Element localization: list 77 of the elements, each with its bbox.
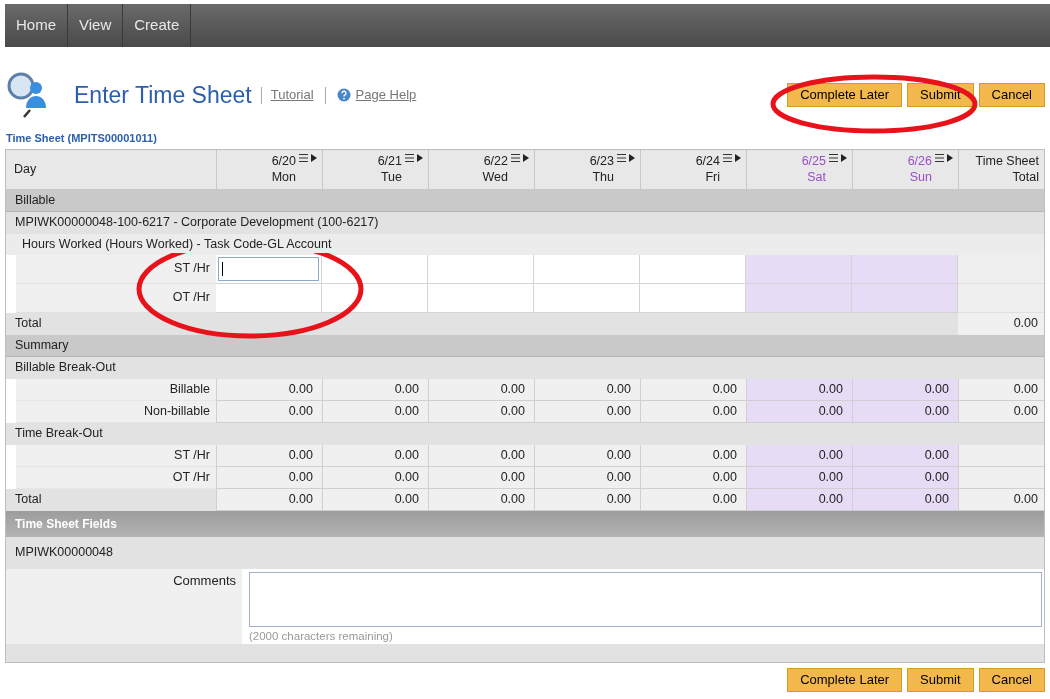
table-cell: 0.00: [534, 466, 640, 489]
table-cell: 0.00: [852, 378, 958, 401]
table-cell: 0.00: [216, 444, 322, 467]
table-cell: 0.00: [534, 378, 640, 401]
table-cell: 0.00: [216, 466, 322, 489]
group-heading: Summary: [15, 336, 69, 354]
total-value: 0.00: [1013, 490, 1038, 508]
column-header: Time Sheet Total: [974, 153, 1039, 185]
row-label: Billable: [169, 380, 210, 398]
table-cell: 0.00: [640, 444, 746, 467]
table-cell: 0.00: [640, 400, 746, 423]
record-id: MPIWK00000048: [15, 544, 113, 562]
table-cell: 0.00: [322, 466, 428, 489]
table-cell: 0.00: [746, 488, 852, 511]
row-label: ST /Hr: [174, 260, 210, 278]
row-label: ST /Hr: [174, 446, 210, 464]
day-header: 6/20 Mon: [216, 149, 322, 189]
row-label: OT /Hr: [172, 289, 210, 307]
day-header: 6/26 Sun: [852, 149, 958, 189]
table-cell: 0.00: [322, 444, 428, 467]
subgroup-heading: Billable Break-Out: [15, 359, 116, 377]
page-help-link[interactable]: Page Help: [355, 85, 417, 105]
table-cell: 0.00: [534, 488, 640, 511]
total-label: Total: [15, 315, 42, 333]
table-cell: 0.00: [640, 466, 746, 489]
nav-tab[interactable]: Home: [5, 4, 68, 47]
total-label: Total: [15, 491, 42, 509]
action-button[interactable]: Cancel: [978, 83, 1045, 107]
section-title: Time Sheet (MPITS00001011): [6, 131, 158, 146]
table-cell: 0.00: [428, 444, 534, 467]
comments-label: Comments: [173, 571, 236, 590]
day-header: 6/25 Sat: [746, 149, 852, 189]
characters-remaining: (2000 characters remaining): [249, 629, 393, 642]
table-cell: 0.00: [640, 488, 746, 511]
table-cell: 0.00: [322, 378, 428, 401]
column-header: Day: [14, 160, 37, 178]
total-value: 0.00: [1013, 380, 1038, 398]
table-cell: 0.00: [534, 400, 640, 423]
table-cell: 0.00: [852, 444, 958, 467]
table-cell: 0.00: [428, 466, 534, 489]
tutorial-link[interactable]: Tutorial: [270, 85, 314, 105]
nav-tab[interactable]: View: [68, 4, 124, 47]
action-button[interactable]: Cancel: [978, 667, 1045, 692]
table-cell: 0.00: [534, 444, 640, 467]
table-cell: 0.00: [640, 378, 746, 401]
table-cell: 0.00: [322, 488, 428, 511]
total-value: 0.00: [1013, 402, 1038, 420]
table-cell: 0.00: [216, 488, 322, 511]
table-cell: 0.00: [216, 400, 322, 423]
table-cell: 0.00: [852, 466, 958, 489]
table-cell: 0.00: [428, 488, 534, 511]
table-cell: 0.00: [428, 378, 534, 401]
table-cell: 0.00: [322, 400, 428, 423]
subgroup-heading: Time Break-Out: [15, 425, 103, 443]
row-label: Non-billable: [144, 402, 210, 420]
table-cell: 0.00: [852, 400, 958, 423]
nav-tab[interactable]: Create: [123, 4, 192, 47]
group-heading: Billable: [15, 191, 56, 209]
day-header: 6/22 Wed: [428, 149, 534, 189]
day-header: 6/24 Fri: [640, 149, 746, 189]
section-heading: Time Sheet Fields: [15, 515, 117, 533]
day-header: 6/21 Tue: [322, 149, 428, 189]
row-label: OT /Hr: [172, 468, 210, 486]
table-cell: 0.00: [746, 466, 852, 489]
table-cell: 0.00: [216, 378, 322, 401]
table-cell: 0.00: [746, 378, 852, 401]
action-button[interactable]: Submit: [907, 667, 974, 692]
table-cell: 0.00: [852, 488, 958, 511]
total-value: 0.00: [1013, 315, 1038, 333]
action-button[interactable]: Complete Later: [787, 83, 903, 107]
project-heading: MPIWK00000048-100-6217 - Corporate Development (100-6217): [15, 214, 379, 232]
day-header: 6/23 Thu: [534, 149, 640, 189]
table-cell: 0.00: [428, 400, 534, 423]
page-title: Enter Time Sheet: [74, 80, 252, 110]
table-cell: 0.00: [746, 400, 852, 423]
table-cell: 0.00: [746, 444, 852, 467]
action-button[interactable]: Complete Later: [787, 667, 903, 692]
